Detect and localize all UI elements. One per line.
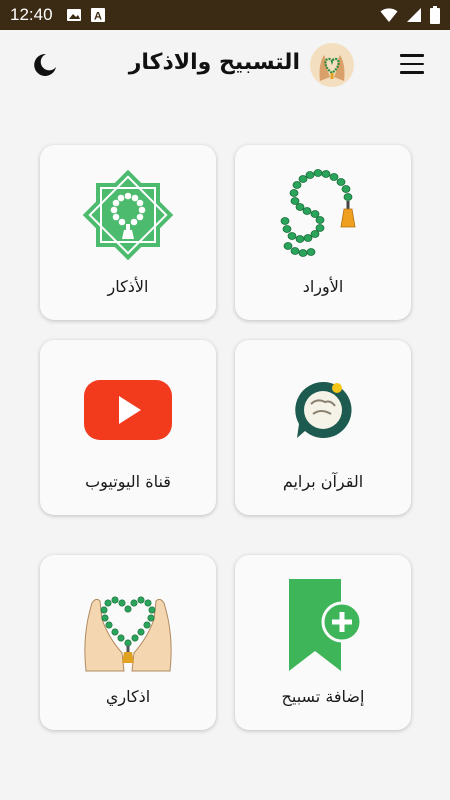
- app-bar: التسبيح والاذكار: [0, 30, 450, 100]
- status-time: 12:40: [10, 5, 53, 24]
- card-my-adhkar-label: اذكاري: [105, 687, 151, 706]
- hands-heart-logo: [310, 43, 354, 87]
- card-awrad-label: الأوراد: [302, 277, 344, 296]
- app-title: التسبيح والاذكار: [128, 50, 300, 75]
- tasbih-star-icon: [82, 169, 174, 261]
- youtube-icon: [84, 380, 172, 440]
- prayer-beads-icon: [280, 169, 356, 257]
- card-add-tasbih-label: إضافة تسبيح: [281, 687, 365, 706]
- signal-icon: [407, 8, 421, 22]
- quran-chat-icon: [295, 381, 352, 438]
- card-adhkar[interactable]: الأذكار: [40, 145, 216, 320]
- app-logo: [310, 43, 354, 87]
- card-youtube[interactable]: قناة اليوتيوب: [40, 340, 216, 515]
- menu-button[interactable]: [400, 54, 424, 74]
- image-icon: [67, 9, 81, 21]
- card-youtube-label: قناة اليوتيوب: [85, 472, 171, 491]
- card-quran-label: القرآن برايم: [282, 472, 364, 491]
- card-awrad[interactable]: الأوراد: [235, 145, 411, 320]
- svg-text:A: A: [94, 11, 102, 23]
- status-bar: 12:40 A: [0, 0, 450, 30]
- battery-icon: [430, 6, 440, 24]
- moon-icon: [34, 53, 56, 76]
- card-my-adhkar[interactable]: اذكاري: [40, 555, 216, 730]
- theme-toggle-button[interactable]: [32, 52, 58, 78]
- card-quran[interactable]: القرآن برايم: [235, 340, 411, 515]
- bookmark-add-icon: [289, 579, 363, 671]
- card-add-tasbih[interactable]: إضافة تسبيح: [235, 555, 411, 730]
- menu-icon: [400, 54, 424, 74]
- praying-hands-beads-icon: [84, 596, 172, 672]
- card-adhkar-label: الأذكار: [107, 277, 149, 296]
- keyboard-a-icon: A: [91, 8, 105, 23]
- wifi-icon: [380, 8, 398, 22]
